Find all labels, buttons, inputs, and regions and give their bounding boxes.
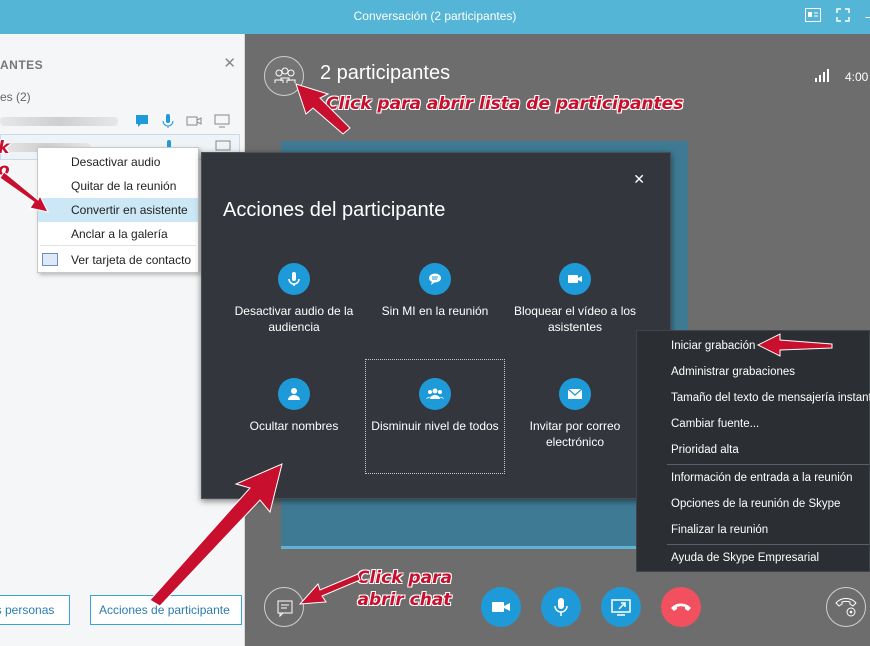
close-icon[interactable]: ✕ [223,54,236,72]
group-icon [419,378,451,410]
camera-icon [492,602,510,612]
action-mute-audience[interactable]: Desactivar audio de la audiencia [224,263,364,335]
annotation-line: Click para [357,568,452,588]
invite-more-people-button[interactable]: ás personas [0,595,70,625]
menu-item-skype-meeting-options[interactable]: Opciones de la reunión de Skype [637,491,870,517]
signal-strength-icon [815,69,829,82]
mic-icon[interactable] [160,113,176,129]
annotation-line: abrir chat [357,590,452,610]
participant-actions-button[interactable]: Acciones de participante [90,595,242,625]
video-icon[interactable] [186,113,202,129]
mail-icon [559,378,591,410]
mic-icon [278,263,310,295]
share-screen-button[interactable] [601,587,641,627]
participants-header: ANTES [0,58,44,72]
action-block-video[interactable]: Bloquear el vídeo a los asistentes [505,263,645,335]
contact-card-icon[interactable] [804,8,822,26]
action-label: Sin MI en la reunión [381,304,489,318]
mute-button[interactable] [541,587,581,627]
action-no-im[interactable]: Sin MI en la reunión [365,263,505,319]
chat-icon [277,600,293,618]
action-lower-all-levels[interactable]: Disminuir nivel de todos [365,378,505,434]
person-icon [278,378,310,410]
screen-icon[interactable] [214,113,230,129]
window-titlebar: Conversación (2 participantes) – [0,0,870,34]
annotation-open-chat: Click para abrir chat [357,567,452,611]
annotation-line: o [0,159,10,181]
call-controls-button[interactable] [826,587,866,627]
action-invite-by-email[interactable]: Invitar por correo electrónico [505,378,645,450]
hang-up-button[interactable] [661,587,701,627]
menu-item-start-recording[interactable]: Iniciar grabación [637,333,870,359]
share-screen-icon [611,599,631,616]
participants-icon [274,67,296,83]
video-toggle-button[interactable] [481,587,521,627]
menu-item-pin-to-gallery[interactable]: Anclar a la galería [38,222,198,246]
action-label: Ocultar nombres [249,419,339,433]
participant-name-blurred [0,117,118,126]
minimize-icon[interactable]: – [860,8,870,26]
chat-icon[interactable] [134,113,150,129]
participant-count: 2 participantes [320,62,451,84]
annotation-left-cut: k o [0,137,10,181]
annotation-line: k [0,137,10,159]
menu-item-change-font[interactable]: Cambiar fuente... [637,411,870,437]
chat-icon [419,263,451,295]
camera-icon [559,263,591,295]
menu-item-mute-audio[interactable]: Desactivar audio [38,150,198,174]
action-label: Bloquear el vídeo a los asistentes [513,304,637,334]
menu-item-label: Ver tarjeta de contacto [71,253,192,267]
open-chat-button[interactable] [264,587,304,627]
hang-up-icon [671,603,691,611]
menu-item-remove-from-meeting[interactable]: Quitar de la reunión [38,174,198,198]
menu-item-end-meeting[interactable]: Finalizar la reunión [637,517,870,543]
menu-separator [40,245,196,246]
participants-group-label[interactable]: es (2) [0,90,31,104]
arrow-to-chat-button [298,573,361,605]
more-options-menu: Iniciar grabación Administrar grabacione… [636,330,870,572]
call-timer: 4:00 [845,70,869,84]
dialog-title: Acciones del participante [223,199,446,221]
menu-item-im-text-size[interactable]: Tamaño del texto de mensajería instantán… [637,385,870,411]
phone-settings-icon [835,598,857,617]
participants-list-button[interactable] [264,56,304,96]
contact-card-icon [42,253,58,266]
menu-item-meeting-entry-info[interactable]: Información de entrada a la reunión [637,465,870,491]
menu-item-make-attendee[interactable]: Convertir en asistente [38,198,198,222]
participant-actions-dialog: Acciones del participante ✕ Desactivar a… [201,152,671,499]
participant-context-menu: Desactivar audio Quitar de la reunión Co… [37,147,199,273]
mic-icon [554,598,568,616]
action-hide-names[interactable]: Ocultar nombres [224,378,364,434]
menu-item-skype-business-help[interactable]: Ayuda de Skype Empresarial [637,545,870,571]
action-label: Desactivar audio de la audiencia [234,304,354,334]
close-icon[interactable]: ✕ [633,171,645,188]
participant-row[interactable] [0,109,240,135]
menu-item-manage-recordings[interactable]: Administrar grabaciones [637,359,870,385]
menu-item-view-contact-card[interactable]: Ver tarjeta de contacto [38,248,198,272]
window-title: Conversación (2 participantes) [353,9,517,23]
action-label: Disminuir nivel de todos [371,419,499,433]
expand-icon[interactable] [834,8,852,26]
menu-item-high-priority[interactable]: Prioridad alta [637,437,870,463]
annotation-participants-list: Click para abrir lista de participantes [326,94,684,114]
action-label: Invitar por correo electrónico [529,419,621,449]
